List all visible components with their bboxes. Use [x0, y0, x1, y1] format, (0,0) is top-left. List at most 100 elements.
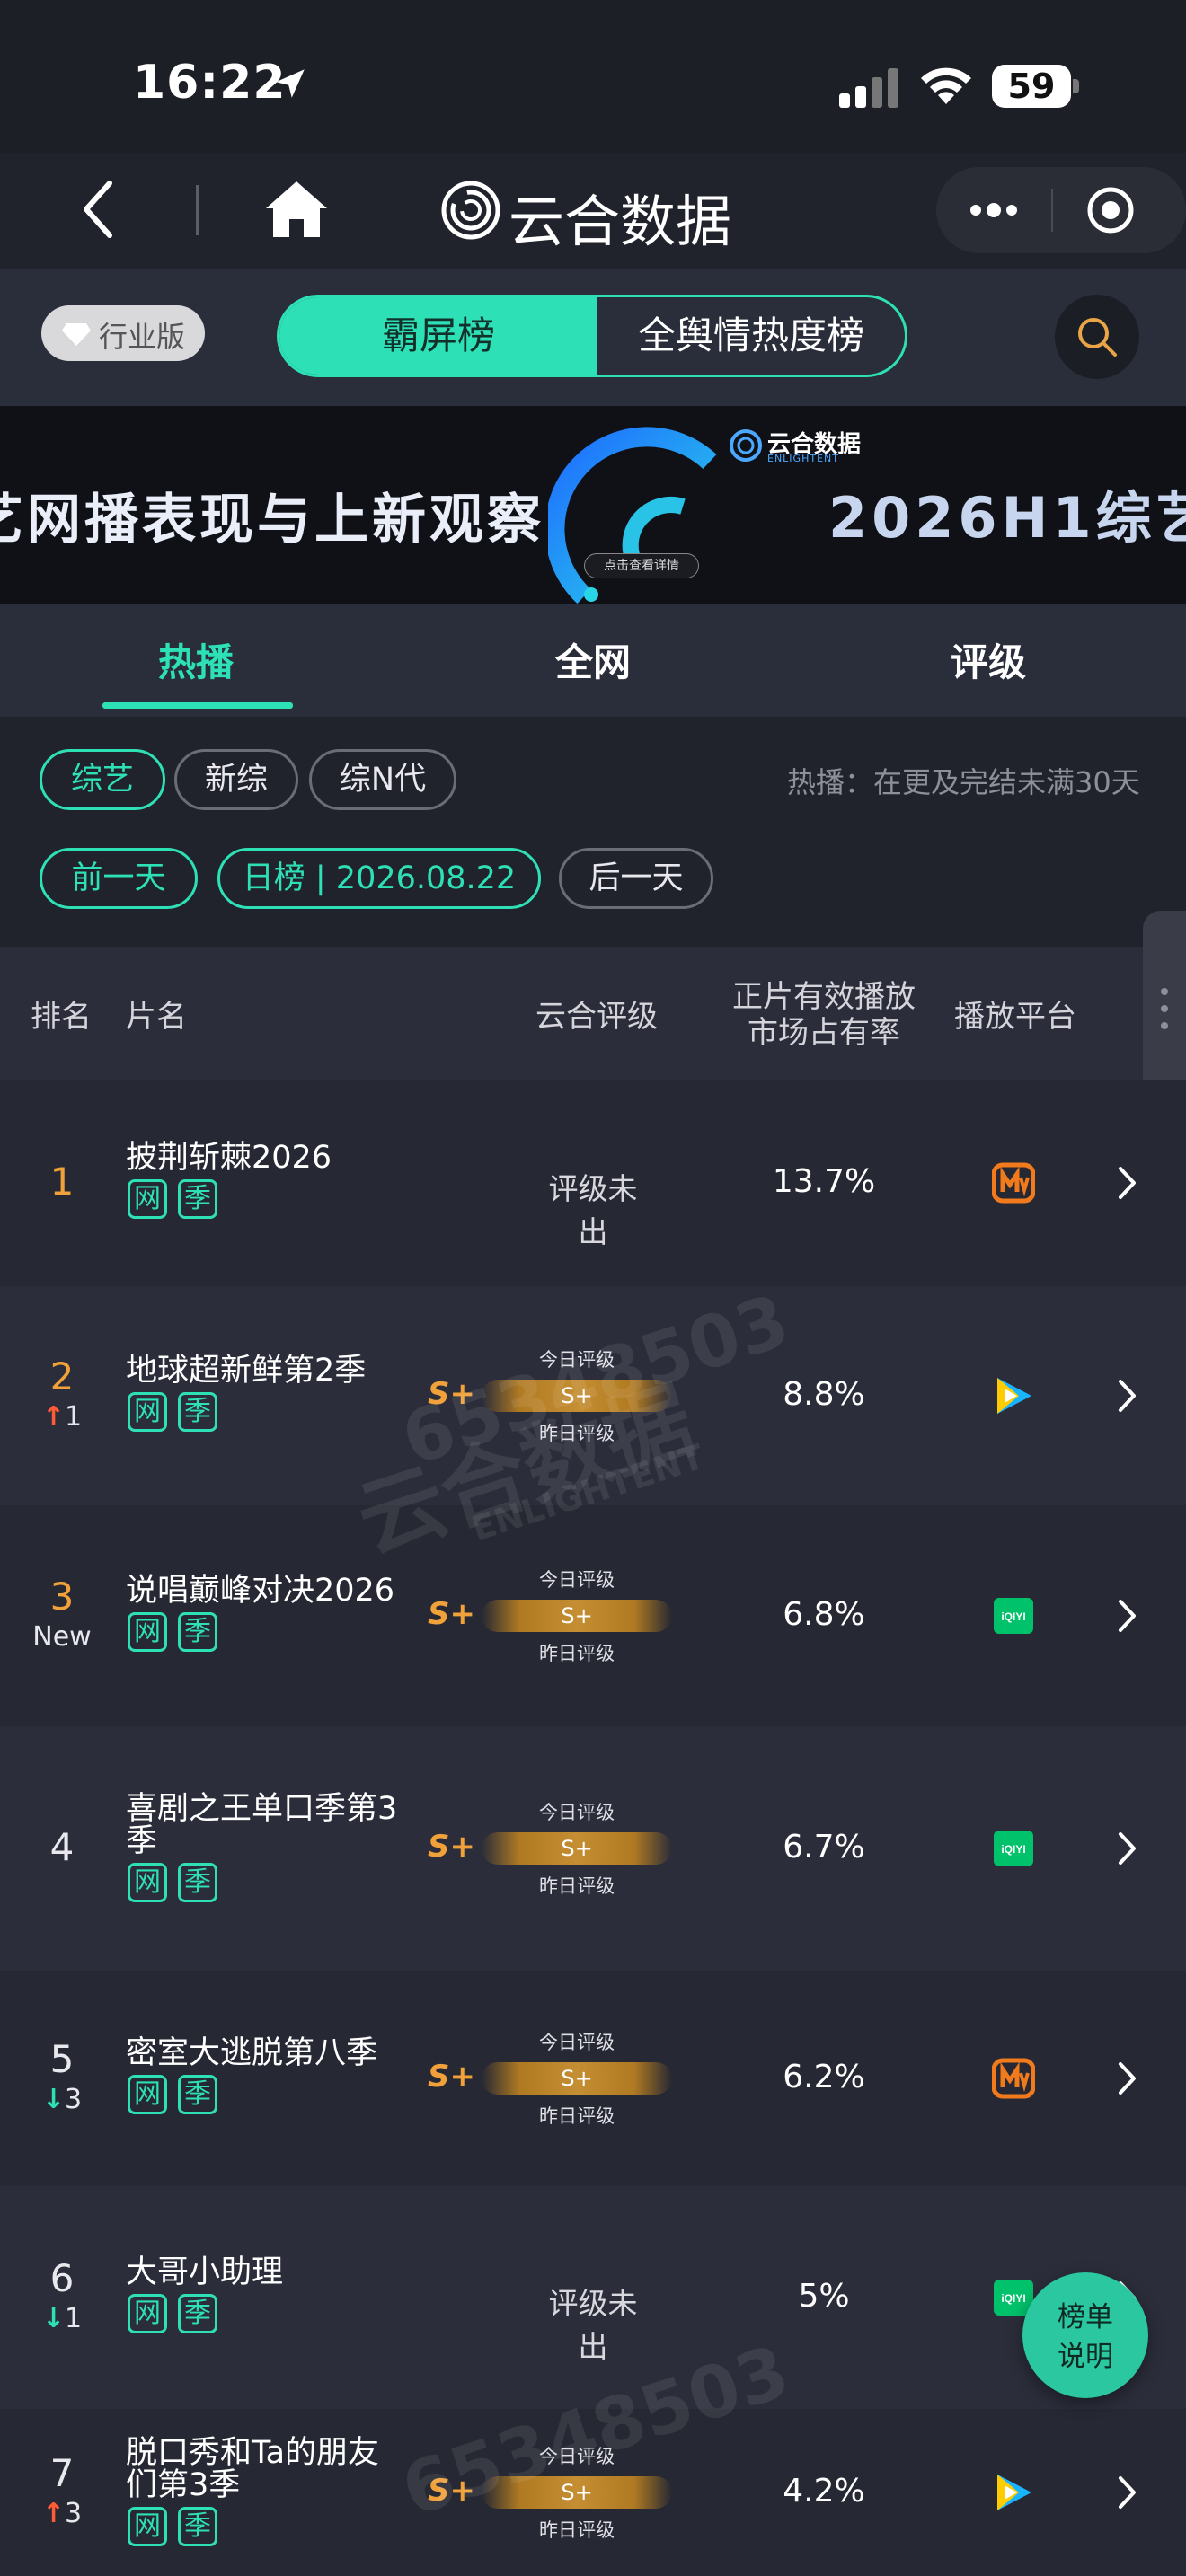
back-arrow-icon[interactable] [77, 178, 117, 241]
filter-hint: 热播：在更及完结未满30天 [787, 765, 1140, 799]
header-platform: 播放平台 [954, 999, 1076, 1035]
diamond-icon [62, 323, 91, 346]
svg-text:iQIYI: iQIYI [1001, 1610, 1025, 1623]
ranking-type-switch: 霸屏榜 全舆情热度榜 [277, 295, 907, 377]
header-market-share-line2: 市场占有率 [748, 1015, 900, 1051]
grade-value: S+ [428, 2059, 475, 2095]
show-title[interactable]: 披荆斩棘2026 [126, 1140, 413, 1176]
tab-hot-airing[interactable]: 热播 [158, 632, 234, 687]
tab-rating[interactable]: 评级 [951, 632, 1026, 687]
rank-change: New [0, 1621, 124, 1653]
rank-number: 1 [49, 1160, 75, 1204]
grade-today-caption: 今日评级 [539, 2032, 615, 2053]
grade-value: S+ [428, 1376, 475, 1412]
rank-change: ↓1 [0, 2303, 124, 2334]
grade-yesterday-caption: 昨日评级 [539, 1875, 615, 1897]
grade-bar-value: S+ [561, 2066, 593, 2091]
grade-yesterday-caption: 昨日评级 [539, 1423, 615, 1444]
grade-today-caption: 今日评级 [539, 1569, 615, 1591]
tag-season: 季 [178, 1612, 217, 1652]
grade-yesterday-caption: 昨日评级 [539, 2105, 615, 2127]
grade-yesterday-caption: 昨日评级 [539, 1643, 615, 1664]
show-title[interactable]: 喜剧之王单口季第3 [126, 1791, 413, 1827]
filter-chip-variety[interactable]: 综艺 [40, 749, 165, 810]
rank-change-value: 1 [65, 2303, 83, 2334]
tag-net: 网 [128, 1612, 167, 1652]
rank-number: 2 [49, 1354, 75, 1398]
grade-bar-value: S+ [561, 1383, 593, 1408]
tag-season: 季 [178, 1392, 217, 1432]
grade-today-caption: 今日评级 [539, 1802, 615, 1823]
tag-net: 网 [128, 1392, 167, 1432]
banner-headline-left: 艺网播表现与上新观察 [0, 489, 544, 551]
tag-season: 季 [178, 2294, 217, 2333]
grade-pending: 评级未出 [548, 2286, 638, 2364]
iqiyi-icon: iQIYI [994, 1598, 1033, 1634]
show-title-line2[interactable]: 们第3季 [126, 2467, 413, 2503]
filter-chip-new-variety[interactable]: 新综 [174, 749, 298, 810]
grade-value: S+ [428, 2473, 475, 2509]
tag-net: 网 [128, 2507, 167, 2546]
market-share-value: 4.2% [783, 2473, 865, 2510]
close-target-icon[interactable] [1085, 185, 1136, 235]
banner-logo-icon [730, 429, 762, 462]
grade-bar-value: S+ [561, 1836, 593, 1861]
show-title[interactable]: 密室大逃脱第八季 [126, 2035, 413, 2071]
tag-net: 网 [128, 2294, 167, 2333]
market-share-value: 5% [798, 2278, 850, 2315]
previous-day-button[interactable]: 前一天 [40, 848, 198, 909]
show-title[interactable]: 地球超新鲜第2季 [126, 1353, 413, 1389]
show-title[interactable]: 大哥小助理 [126, 2254, 413, 2290]
tag-season: 季 [178, 1179, 217, 1219]
rank-number: 3 [49, 1575, 75, 1619]
chevron-right-icon[interactable] [1116, 2475, 1139, 2510]
market-share-value: 6.2% [783, 2059, 865, 2095]
arrow-down-icon: ↓ [41, 2084, 66, 2115]
chevron-right-icon[interactable] [1116, 1831, 1139, 1866]
tag-season: 季 [178, 2507, 217, 2546]
arrow-down-icon: ↓ [41, 2303, 66, 2334]
ranking-explanation-line1: 榜单 [1058, 2301, 1113, 2333]
rank-change-value: New [32, 1621, 92, 1653]
location-arrow-icon [276, 69, 305, 98]
wifi-icon [921, 67, 971, 104]
next-day-button[interactable]: 后一天 [559, 848, 713, 909]
chevron-right-icon[interactable] [1116, 1598, 1139, 1634]
banner-headline-right: 2026H1综艺 [828, 485, 1186, 551]
search-icon[interactable] [1075, 314, 1120, 359]
vertical-dots-icon [1161, 988, 1168, 1029]
show-title[interactable]: 脱口秀和Ta的朋友 [126, 2435, 413, 2471]
tag-net: 网 [128, 2075, 167, 2114]
tab-all-network[interactable]: 全网 [555, 632, 631, 687]
show-title-line2[interactable]: 季 [126, 1823, 413, 1859]
filter-chip-nth-season[interactable]: 综N代 [309, 749, 456, 810]
status-time: 16:22 [133, 56, 287, 110]
banner-cta-button[interactable]: 点击查看详情 [584, 553, 699, 578]
market-share-value: 6.7% [783, 1829, 865, 1866]
svg-text:iQIYI: iQIYI [1001, 1843, 1025, 1856]
mango-tv-icon [992, 1162, 1035, 1204]
segment-dominance-ranking[interactable]: 霸屏榜 [279, 297, 597, 375]
tag-net: 网 [128, 1863, 167, 1902]
mango-tv-icon [992, 2058, 1035, 2099]
header-market-share: 正片有效播放 市场占有率 [728, 979, 920, 1051]
rank-number: 6 [49, 2256, 75, 2300]
tencent-video-icon [997, 1378, 1031, 1414]
date-selector[interactable]: 日榜 | 2026.08.22 [217, 848, 541, 909]
rank-change: ↑3 [0, 2498, 124, 2529]
header-title: 片名 [126, 999, 187, 1035]
more-dots-icon[interactable] [967, 190, 1021, 230]
iqiyi-icon: iQIYI [994, 1831, 1033, 1866]
rank-change-value: 3 [65, 2498, 83, 2529]
battery-indicator: 59 [992, 65, 1080, 108]
chevron-right-icon[interactable] [1116, 1378, 1139, 1414]
capsule-divider [1051, 189, 1053, 232]
chevron-right-icon[interactable] [1116, 1165, 1139, 1201]
tencent-video-icon [997, 2475, 1031, 2510]
grade-today-caption: 今日评级 [539, 1349, 615, 1371]
promo-banner[interactable]: 艺网播表现与上新观察 2026H1综艺 云合数据 ENLIGHTENT 点击查看… [0, 406, 1186, 604]
chevron-right-icon[interactable] [1116, 2060, 1139, 2096]
home-icon[interactable] [264, 180, 329, 239]
segment-sentiment-heat-ranking[interactable]: 全舆情热度榜 [597, 297, 905, 375]
show-title[interactable]: 说唱巅峰对决2026 [126, 1573, 413, 1609]
